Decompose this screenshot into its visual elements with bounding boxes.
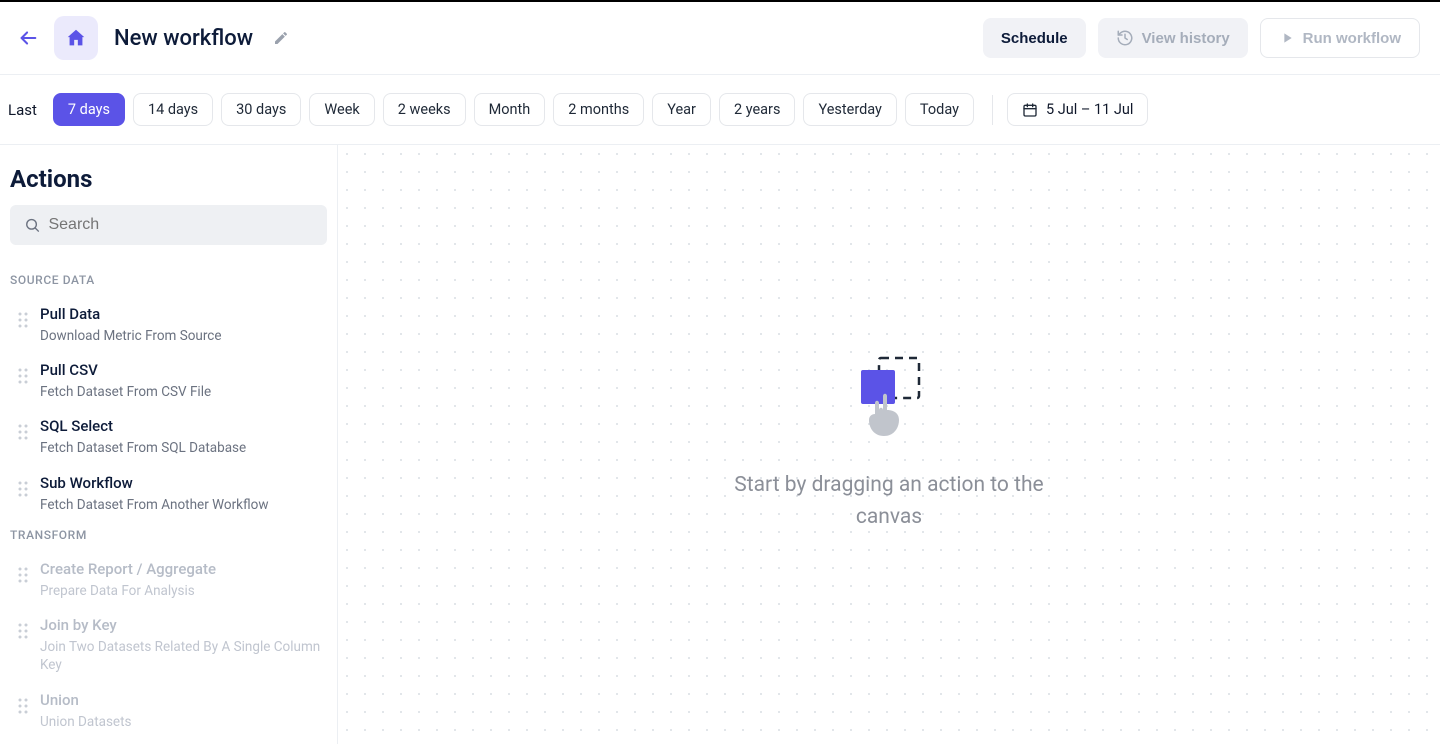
action-description: Fetch Dataset From SQL Database [40, 439, 246, 457]
edit-title-button[interactable] [269, 26, 293, 50]
play-icon [1279, 30, 1295, 46]
drag-handle-icon [18, 623, 28, 643]
time-chip[interactable]: Today [905, 93, 974, 126]
time-chip[interactable]: 2 months [553, 93, 644, 126]
arrow-left-icon [17, 27, 39, 49]
drag-handle-icon[interactable] [18, 424, 28, 444]
action-description: Join Two Datasets Related By A Single Co… [40, 638, 327, 674]
action-description: Download Metric From Source [40, 327, 222, 345]
search-input[interactable] [48, 216, 313, 234]
view-history-label: View history [1142, 30, 1230, 47]
drag-handle-icon [18, 698, 28, 718]
time-chip[interactable]: Year [652, 93, 711, 126]
drag-handle-icon[interactable] [18, 481, 28, 501]
action-item[interactable]: SQL Select Fetch Dataset From SQL Databas… [0, 409, 337, 465]
action-item: Union Union Datasets [0, 683, 337, 739]
time-chip[interactable]: 7 days [53, 93, 125, 126]
actions-sidebar: Actions SOURCE DATA Pull Data Download Met… [0, 145, 338, 744]
workflow-canvas[interactable]: Start by dragging an action to the canva… [338, 145, 1440, 744]
home-tile[interactable] [54, 16, 98, 60]
time-chip[interactable]: 30 days [221, 93, 301, 126]
search-icon [24, 216, 40, 234]
action-item: Join by Key Join Two Datasets Related By … [0, 608, 337, 682]
action-title: Join by Key [40, 616, 327, 634]
back-button[interactable] [12, 22, 44, 54]
action-title: SQL Select [40, 417, 246, 435]
run-workflow-label: Run workflow [1303, 30, 1401, 47]
group-label-transform: TRANSFORM [0, 522, 337, 552]
action-item[interactable]: Pull CSV Fetch Dataset From CSV File [0, 353, 337, 409]
action-description: Prepare Data For Analysis [40, 582, 216, 600]
group-label-source: SOURCE DATA [0, 267, 337, 297]
drag-handle-icon[interactable] [18, 368, 28, 388]
schedule-button[interactable]: Schedule [983, 18, 1086, 58]
action-item[interactable]: Pull Data Download Metric From Source [0, 297, 337, 353]
time-chip[interactable]: Week [309, 93, 374, 126]
history-icon [1116, 29, 1134, 47]
main-layout: Actions SOURCE DATA Pull Data Download Met… [0, 145, 1440, 744]
separator [992, 95, 993, 125]
time-chips: 7 days14 days30 daysWeek 2 weeksMonth2 mo… [53, 93, 974, 126]
time-chip[interactable]: Yesterday [803, 93, 896, 126]
action-item: Create Report / Aggregate Prepare Data Fo… [0, 552, 337, 608]
header-left: New workflow [12, 16, 293, 60]
action-title: Union [40, 691, 131, 709]
time-label: Last [8, 101, 37, 119]
action-item[interactable]: Sub Workflow Fetch Dataset From Another W… [0, 466, 337, 522]
home-icon [65, 27, 87, 49]
action-title: Create Report / Aggregate [40, 560, 216, 578]
action-description: Union Datasets [40, 713, 131, 731]
date-range-picker[interactable]: 5 Jul – 11 Jul [1007, 93, 1148, 126]
drag-drop-icon [857, 356, 921, 444]
action-title: Pull Data [40, 305, 222, 323]
run-workflow-button[interactable]: Run workflow [1260, 18, 1420, 58]
time-range-bar: Last 7 days14 days30 daysWeek 2 weeksMont… [0, 75, 1440, 145]
date-range-text: 5 Jul – 11 Jul [1046, 101, 1133, 118]
action-description: Fetch Dataset From Another Workflow [40, 496, 269, 514]
pencil-icon [273, 30, 289, 46]
search-input-wrap[interactable] [10, 205, 327, 245]
action-description: Fetch Dataset From CSV File [40, 383, 211, 401]
canvas-empty-text: Start by dragging an action to the canva… [719, 470, 1059, 533]
action-title: Pull CSV [40, 361, 211, 379]
time-chip[interactable]: Month [474, 93, 546, 126]
drag-handle-icon[interactable] [18, 312, 28, 332]
time-chip[interactable]: 14 days [133, 93, 213, 126]
action-title: Sub Workflow [40, 474, 269, 492]
drag-handle-icon [18, 567, 28, 587]
calendar-icon [1022, 102, 1038, 118]
sidebar-title: Actions [0, 165, 337, 205]
canvas-empty-state: Start by dragging an action to the canva… [719, 356, 1059, 533]
workflow-title: New workflow [114, 26, 253, 51]
time-chip[interactable]: 2 weeks [383, 93, 466, 126]
time-chip[interactable]: 2 years [719, 93, 796, 126]
header-right: Schedule View history Run workflow [983, 18, 1420, 58]
app-header: New workflow Schedule View history Run w… [0, 2, 1440, 75]
schedule-label: Schedule [1001, 30, 1068, 47]
view-history-button[interactable]: View history [1098, 18, 1248, 58]
